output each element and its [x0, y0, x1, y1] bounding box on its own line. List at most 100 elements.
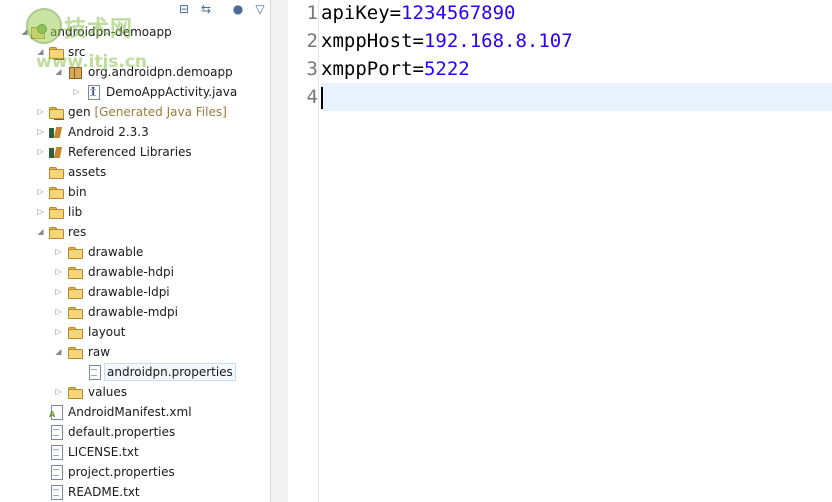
- expand-twisty-icon[interactable]: ◢: [36, 227, 45, 236]
- tree-item-label: bin: [68, 185, 87, 199]
- tree-item-license[interactable]: LICENSE.txt: [0, 442, 270, 462]
- tree-item-project-properties[interactable]: project.properties: [0, 462, 270, 482]
- properties-editor[interactable]: 1 2 3 4 apiKey=1234567890 xmppHost=192.1…: [300, 0, 832, 502]
- file-icon: [48, 444, 64, 460]
- tree-item-java-file[interactable]: ▷ J DemoAppActivity.java: [0, 82, 270, 102]
- collapse-twisty-icon[interactable]: ▷: [36, 127, 45, 136]
- collapse-twisty-icon[interactable]: ▷: [36, 147, 45, 156]
- expand-twisty-icon[interactable]: ◢: [54, 67, 63, 76]
- tree-item-label: src: [68, 45, 86, 59]
- tree-item-referenced-libraries[interactable]: ▷ Referenced Libraries: [0, 142, 270, 162]
- property-separator: =: [412, 58, 424, 80]
- android-manifest-icon: [48, 404, 64, 420]
- tree-item-bin[interactable]: ▷ bin: [0, 182, 270, 202]
- line-number: 4: [306, 86, 318, 108]
- source-folder-icon: [48, 104, 64, 120]
- collapse-twisty-icon[interactable]: ▷: [54, 387, 63, 396]
- tree-item-package[interactable]: ◢ org.androidpn.demoapp: [0, 62, 270, 82]
- tree-item-androidpn-properties[interactable]: androidpn.properties: [0, 362, 270, 382]
- collapse-twisty-icon[interactable]: ▷: [72, 87, 81, 96]
- properties-file-icon: [86, 364, 102, 380]
- tree-item-label: README.txt: [68, 485, 140, 499]
- property-key: apiKey: [321, 2, 390, 24]
- explorer-toolbar: ⊟ ⇆ ● ▽: [0, 0, 270, 20]
- tree-item-label: default.properties: [68, 425, 176, 439]
- tree-item-raw[interactable]: ◢ raw: [0, 342, 270, 362]
- tree-item-label: DemoAppActivity.java: [106, 85, 238, 99]
- folder-icon: [67, 344, 83, 360]
- property-value: 1234567890: [401, 2, 516, 24]
- tree-item-values[interactable]: ▷ values: [0, 382, 270, 402]
- tree-item-label: drawable-mdpi: [88, 305, 178, 319]
- collapse-twisty-icon[interactable]: ▷: [54, 327, 63, 336]
- tree-item-lib[interactable]: ▷ lib: [0, 202, 270, 222]
- text-caret: [321, 86, 323, 109]
- source-folder-icon: [48, 44, 64, 60]
- tree-item-label: lib: [68, 205, 83, 219]
- view-menu-icon[interactable]: ●: [230, 1, 246, 17]
- property-key: xmppHost: [321, 30, 413, 52]
- tree-item-drawable[interactable]: ▷ drawable: [0, 242, 270, 262]
- tree-item-label: drawable: [88, 245, 144, 259]
- tree-item-label: layout: [88, 325, 126, 339]
- java-file-icon: J: [85, 84, 101, 100]
- code-line[interactable]: xmppPort=5222: [321, 55, 832, 83]
- package-explorer: ⊟ ⇆ ● ▽ ◢ androidpn-demoapp ◢ src ◢ org.…: [0, 0, 270, 502]
- expand-twisty-icon[interactable]: ◢: [36, 47, 45, 56]
- collapse-all-icon[interactable]: ⊟: [176, 1, 192, 17]
- property-key: xmppPort: [321, 58, 413, 80]
- file-icon: [48, 484, 64, 500]
- folder-icon: [48, 164, 64, 180]
- tree-item-res[interactable]: ◢ res: [0, 222, 270, 242]
- folder-icon: [67, 264, 83, 280]
- tree-item-assets[interactable]: assets: [0, 162, 270, 182]
- code-line[interactable]: apiKey=1234567890: [321, 0, 832, 27]
- folder-icon: [67, 324, 83, 340]
- folder-icon: [48, 204, 64, 220]
- folder-icon: [67, 244, 83, 260]
- tree-item-android-manifest[interactable]: AndroidManifest.xml: [0, 402, 270, 422]
- folder-icon: [48, 184, 64, 200]
- tree-item-gen[interactable]: ▷ gen [Generated Java Files]: [0, 102, 270, 122]
- chevron-down-icon[interactable]: ▽: [252, 1, 268, 17]
- library-icon: [48, 124, 64, 140]
- tree-item-android-lib[interactable]: ▷ Android 2.3.3: [0, 122, 270, 142]
- tree-item-project[interactable]: ◢ androidpn-demoapp: [0, 22, 270, 42]
- tree-item-label: drawable-ldpi: [88, 285, 170, 299]
- link-with-editor-icon[interactable]: ⇆: [198, 1, 214, 17]
- collapse-twisty-icon[interactable]: ▷: [36, 107, 45, 116]
- collapse-twisty-icon[interactable]: ▷: [36, 187, 45, 196]
- tree-item-drawable-hdpi[interactable]: ▷ drawable-hdpi: [0, 262, 270, 282]
- collapse-twisty-icon[interactable]: ▷: [54, 247, 63, 256]
- tree-item-label: Referenced Libraries: [68, 145, 192, 159]
- current-code-line[interactable]: [321, 83, 832, 111]
- tree-item-drawable-mdpi[interactable]: ▷ drawable-mdpi: [0, 302, 270, 322]
- expand-twisty-icon[interactable]: ◢: [20, 27, 29, 36]
- property-separator: =: [412, 30, 424, 52]
- folder-icon: [67, 284, 83, 300]
- file-icon: [48, 424, 64, 440]
- expand-twisty-icon[interactable]: ◢: [54, 347, 63, 356]
- tree-item-label: res: [68, 225, 87, 239]
- code-line[interactable]: xmppHost=192.168.8.107: [321, 27, 832, 55]
- collapse-twisty-icon[interactable]: ▷: [54, 287, 63, 296]
- collapse-twisty-icon[interactable]: ▷: [54, 267, 63, 276]
- tree-item-default-properties[interactable]: default.properties: [0, 422, 270, 442]
- tree-item-drawable-ldpi[interactable]: ▷ drawable-ldpi: [0, 282, 270, 302]
- tree-item-readme[interactable]: README.txt: [0, 482, 270, 502]
- file-icon: [48, 464, 64, 480]
- collapse-twisty-icon[interactable]: ▷: [54, 307, 63, 316]
- tree-item-layout[interactable]: ▷ layout: [0, 322, 270, 342]
- tree-item-label: project.properties: [68, 465, 175, 479]
- tree-item-label: assets: [68, 165, 107, 179]
- collapse-twisty-icon[interactable]: ▷: [36, 207, 45, 216]
- generated-decoration: [Generated Java Files]: [94, 105, 227, 119]
- tree-item-label: androidpn-demoapp: [50, 25, 172, 39]
- folder-icon: [67, 384, 83, 400]
- tree-item-src[interactable]: ◢ src: [0, 42, 270, 62]
- view-splitter[interactable]: [270, 0, 289, 502]
- property-value: 5222: [423, 58, 470, 80]
- project-icon: [30, 24, 47, 40]
- line-number: 3: [306, 58, 318, 80]
- tree-item-label: org.androidpn.demoapp: [88, 65, 233, 79]
